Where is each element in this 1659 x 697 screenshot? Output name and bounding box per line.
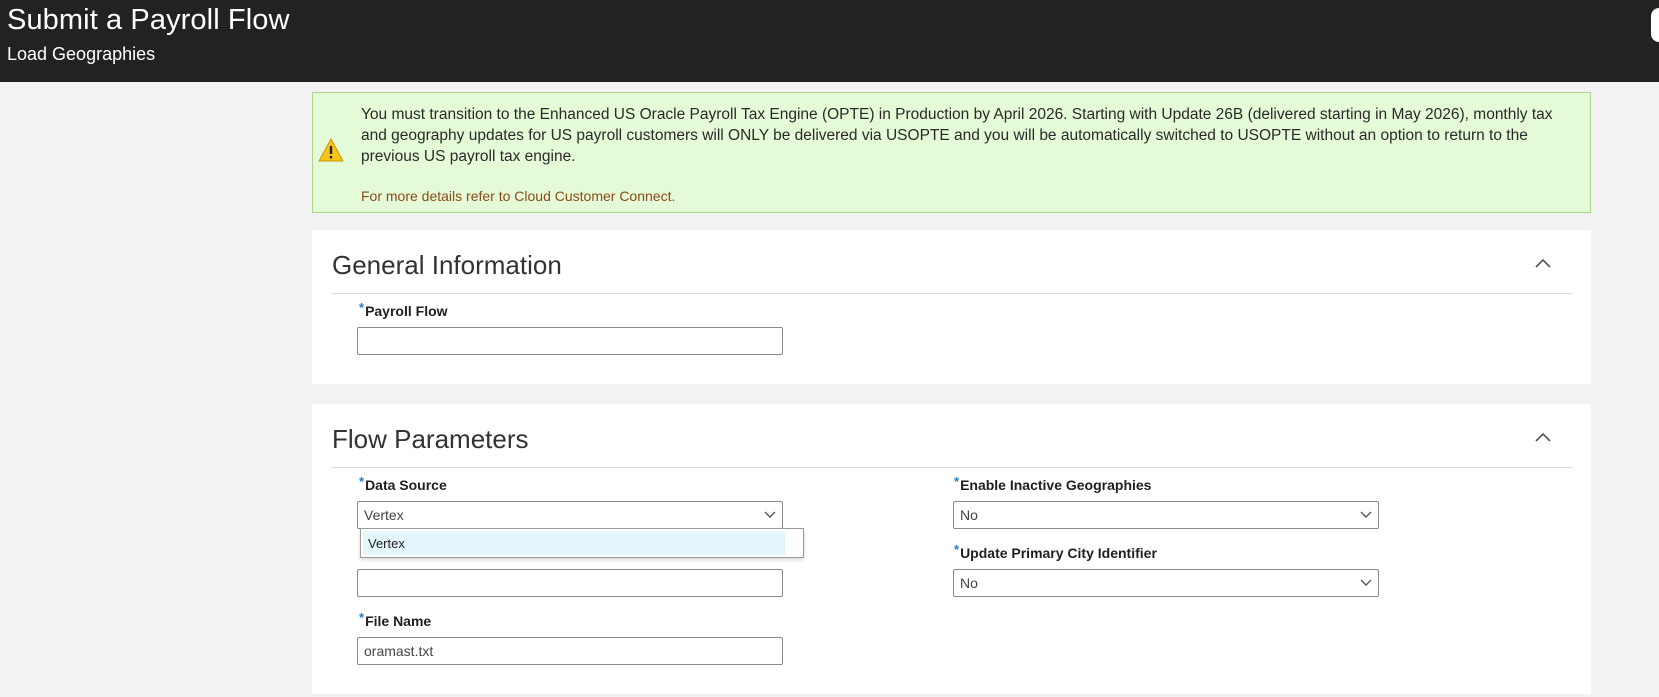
section-divider — [332, 467, 1572, 468]
data-source-value: Vertex — [364, 507, 404, 523]
payroll-flow-label: *Payroll Flow — [359, 300, 448, 319]
required-indicator: * — [954, 474, 960, 489]
header-corner-button[interactable] — [1651, 8, 1659, 42]
dropdown-option-vertex[interactable]: Vertex — [363, 531, 785, 555]
enable-inactive-value: No — [960, 507, 978, 523]
required-indicator: * — [359, 474, 365, 489]
section-title: General Information — [332, 250, 562, 280]
general-information-section: General Information *Payroll Flow — [312, 230, 1591, 384]
chevron-down-icon[interactable] — [764, 511, 776, 519]
page-header: Submit a Payroll Flow Load Geographies — [0, 0, 1659, 82]
required-indicator: * — [359, 610, 365, 625]
file-name-label: *File Name — [359, 610, 432, 629]
page-subtitle: Load Geographies — [7, 44, 156, 64]
cloud-customer-connect-link[interactable]: For more details refer to Cloud Customer… — [361, 188, 675, 204]
chevron-down-icon[interactable] — [1360, 579, 1372, 587]
page-title: Submit a Payroll Flow — [7, 4, 290, 36]
enable-inactive-geographies-select[interactable]: No — [953, 501, 1379, 529]
collapse-chevron-up-icon[interactable] — [1533, 428, 1553, 448]
data-source-label: *Data Source — [359, 474, 447, 493]
collapse-chevron-up-icon[interactable] — [1533, 254, 1553, 274]
data-source-dropdown-list: Vertex — [360, 528, 804, 558]
payroll-flow-input[interactable] — [357, 327, 783, 355]
data-source-select[interactable]: Vertex — [357, 501, 783, 529]
section-title: Flow Parameters — [332, 424, 529, 454]
enable-inactive-geographies-label: *Enable Inactive Geographies — [954, 474, 1152, 493]
warning-icon — [318, 138, 344, 162]
update-primary-city-select[interactable]: No — [953, 569, 1379, 597]
update-primary-city-label: *Update Primary City Identifier — [954, 542, 1157, 561]
file-name-input[interactable]: oramast.txt — [357, 637, 783, 665]
text-input[interactable] — [357, 569, 783, 597]
chevron-down-icon[interactable] — [1360, 511, 1372, 519]
required-indicator: * — [359, 300, 365, 315]
update-primary-city-value: No — [960, 575, 978, 591]
banner-message: You must transition to the Enhanced US O… — [361, 106, 1553, 165]
warning-banner: You must transition to the Enhanced US O… — [312, 92, 1591, 213]
required-indicator: * — [954, 542, 960, 557]
flow-parameters-section: Flow Parameters *Data Source Vertex Vert… — [312, 404, 1591, 694]
section-divider — [332, 293, 1572, 294]
